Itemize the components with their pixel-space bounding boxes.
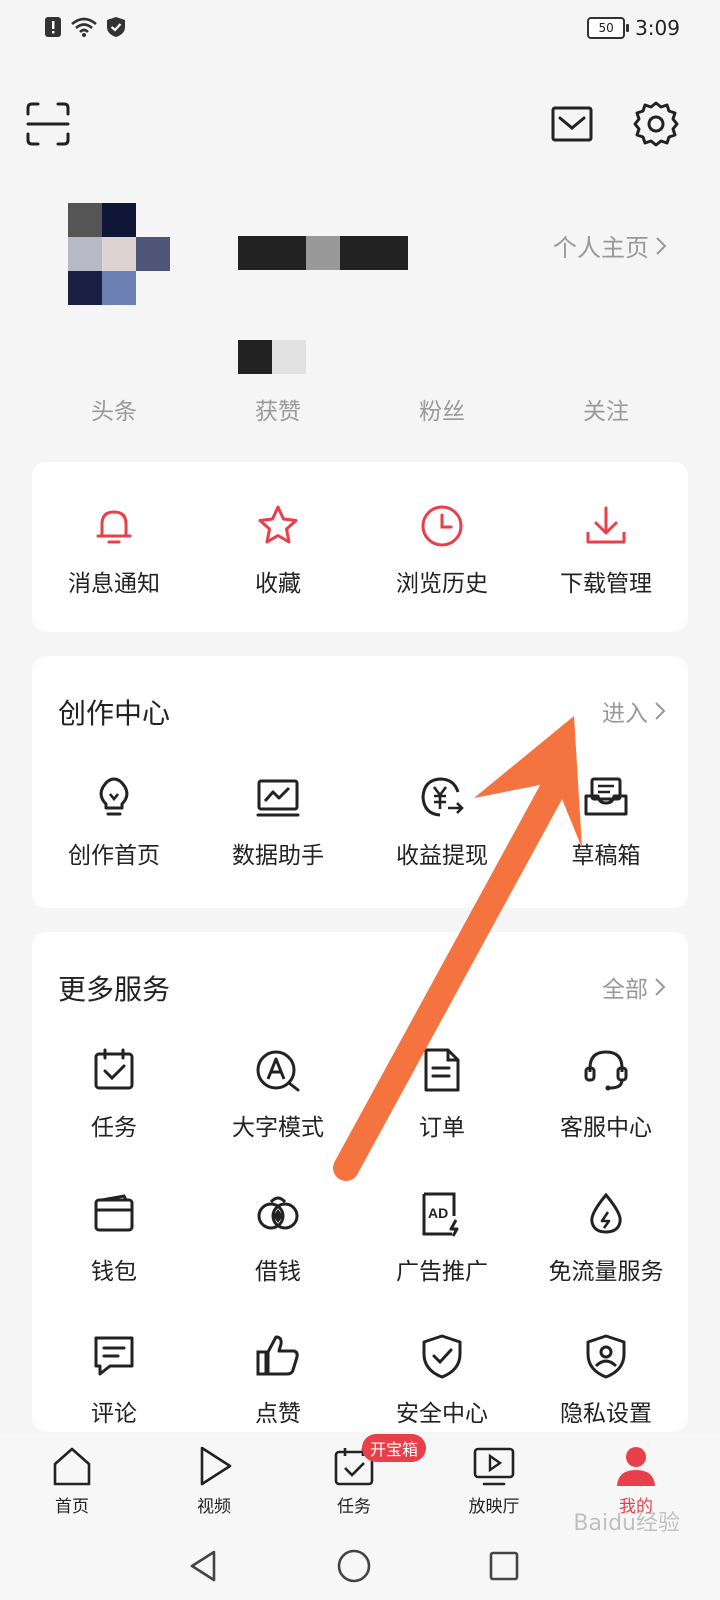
count-redacted xyxy=(238,340,306,374)
task-calendar-icon xyxy=(94,1048,134,1090)
chevron-right-icon xyxy=(655,702,666,720)
chart-monitor-icon xyxy=(256,779,300,817)
quick-actions-card: 消息通知 收藏 浏览历史 下载管理 xyxy=(32,462,688,632)
service-privacy-settings[interactable]: 隐私设置 xyxy=(524,1332,688,1428)
headset-icon xyxy=(584,1050,628,1091)
user-icon xyxy=(617,1447,655,1486)
privacy-shield-icon xyxy=(586,1334,626,1379)
tab-home[interactable]: 首页 xyxy=(22,1444,122,1517)
data-drop-icon xyxy=(590,1192,622,1234)
chevron-right-icon xyxy=(655,978,666,996)
stat-likes[interactable]: 获赞 xyxy=(218,392,338,426)
service-advertising[interactable]: AD 广告推广 xyxy=(360,1190,524,1286)
status-bar: 50 3:09 xyxy=(0,0,720,60)
treasure-box-badge[interactable]: 开宝箱 xyxy=(362,1434,427,1462)
tab-video[interactable]: 视频 xyxy=(164,1444,264,1517)
screen-icon xyxy=(473,1447,515,1486)
more-services-title: 更多服务 xyxy=(58,973,171,1006)
scan-icon[interactable] xyxy=(24,100,72,148)
more-services-all-link[interactable]: 全部 xyxy=(602,970,666,1004)
service-customer-center[interactable]: 客服中心 xyxy=(524,1046,688,1142)
comment-icon xyxy=(94,1336,134,1376)
lightbulb-icon xyxy=(99,777,129,816)
gear-icon[interactable] xyxy=(632,100,680,148)
service-tasks[interactable]: 任务 xyxy=(32,1046,196,1142)
stat-fans[interactable]: 粉丝 xyxy=(382,392,502,426)
shield-status-icon xyxy=(107,17,125,37)
home-nav-icon[interactable] xyxy=(334,1546,374,1586)
system-navigation-bar xyxy=(0,1534,720,1600)
wifi-icon xyxy=(71,17,97,37)
order-icon xyxy=(424,1048,460,1092)
star-icon xyxy=(258,505,298,544)
quick-action-favorites[interactable]: 收藏 xyxy=(196,502,360,598)
stat-following[interactable]: 关注 xyxy=(546,392,666,426)
clock: 3:09 xyxy=(635,16,680,40)
service-security-center[interactable]: 安全中心 xyxy=(360,1332,524,1428)
alert-icon xyxy=(45,17,61,37)
chevron-right-icon xyxy=(656,236,667,255)
creator-earnings-withdraw[interactable]: 收益提现 xyxy=(360,774,524,870)
service-wallet[interactable]: 钱包 xyxy=(32,1190,196,1286)
creator-center-enter-link[interactable]: 进入 xyxy=(602,694,666,728)
large-font-icon xyxy=(256,1050,300,1092)
watermark: Baidu经验 xyxy=(573,1511,680,1536)
service-free-data[interactable]: 免流量服务 xyxy=(524,1190,688,1286)
more-services-card: 更多服务 全部 任务 大字模式 订单 客服中心 钱包 借钱 AD 广告推广 免流… xyxy=(32,932,688,1432)
service-loan[interactable]: 借钱 xyxy=(196,1190,360,1286)
recents-icon[interactable] xyxy=(484,1546,524,1586)
quick-action-downloads[interactable]: 下载管理 xyxy=(524,502,688,598)
yuan-icon xyxy=(421,777,464,817)
ad-icon: AD xyxy=(422,1192,459,1237)
stat-headlines[interactable]: 头条 xyxy=(54,392,174,426)
service-large-font[interactable]: 大字模式 xyxy=(196,1046,360,1142)
loan-icon xyxy=(257,1196,299,1230)
shield-check-icon xyxy=(422,1334,462,1379)
service-likes[interactable]: 点赞 xyxy=(196,1332,360,1428)
drafts-icon xyxy=(584,777,628,816)
clock-icon xyxy=(421,505,463,547)
download-icon xyxy=(586,506,626,544)
wallet-icon xyxy=(94,1194,134,1232)
tab-theater[interactable]: 放映厅 xyxy=(444,1444,544,1517)
creator-home[interactable]: 创作首页 xyxy=(32,774,196,870)
creator-center-title: 创作中心 xyxy=(58,697,171,730)
username-redacted xyxy=(238,236,408,270)
avatar[interactable] xyxy=(68,203,170,305)
personal-homepage-link[interactable]: 个人主页 xyxy=(553,228,667,263)
quick-action-history[interactable]: 浏览历史 xyxy=(360,502,524,598)
all-link-label: 全部 xyxy=(602,977,648,1003)
homepage-link-label: 个人主页 xyxy=(553,234,649,262)
home-icon xyxy=(53,1447,91,1486)
creator-center-card: 创作中心 进入 创作首页 数据助手 收益提现 草稿箱 xyxy=(32,656,688,908)
bell-icon xyxy=(96,510,132,544)
enter-link-label: 进入 xyxy=(602,701,648,727)
creator-drafts[interactable]: 草稿箱 xyxy=(524,774,688,870)
thumbs-up-icon xyxy=(256,1335,299,1376)
play-icon xyxy=(200,1446,232,1486)
back-icon[interactable] xyxy=(184,1546,224,1586)
mail-icon[interactable] xyxy=(548,100,596,148)
service-comments[interactable]: 评论 xyxy=(32,1332,196,1428)
battery-indicator: 50 xyxy=(587,17,630,39)
quick-action-notifications[interactable]: 消息通知 xyxy=(32,502,196,598)
creator-data-assistant[interactable]: 数据助手 xyxy=(196,774,360,870)
svg-text:AD: AD xyxy=(428,1205,448,1221)
service-orders[interactable]: 订单 xyxy=(360,1046,524,1142)
